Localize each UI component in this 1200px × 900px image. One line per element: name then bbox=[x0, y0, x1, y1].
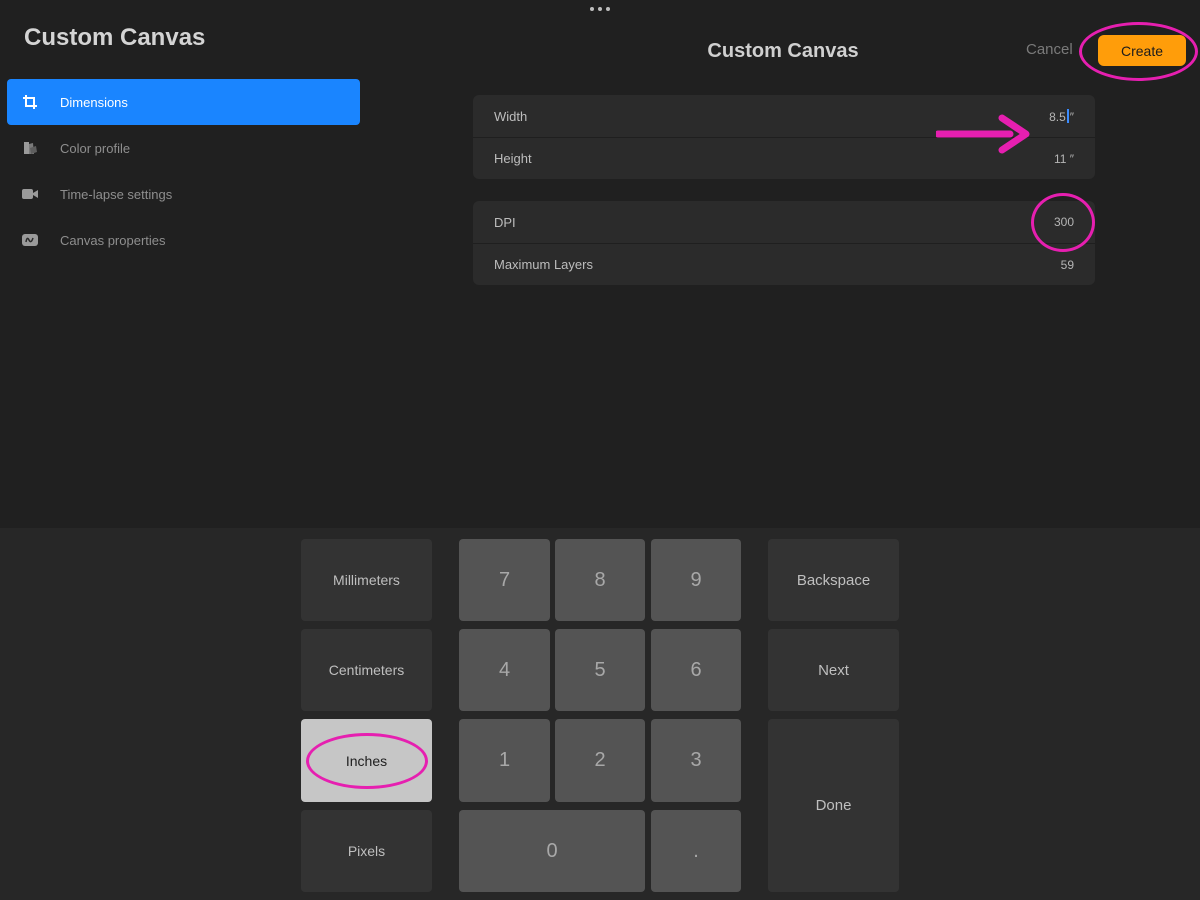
dpi-row[interactable]: DPI 300 bbox=[473, 201, 1095, 243]
unit-pixels-button[interactable]: Pixels bbox=[301, 810, 432, 892]
sidebar-item-label: Dimensions bbox=[60, 94, 128, 110]
dpi-input[interactable]: 300 bbox=[1054, 215, 1074, 229]
max-layers-label: Maximum Layers bbox=[494, 257, 593, 272]
text-cursor bbox=[1066, 108, 1069, 123]
digit-6-key[interactable]: 6 bbox=[651, 629, 741, 711]
digit-3-key[interactable]: 3 bbox=[651, 719, 741, 802]
digit-8-key[interactable]: 8 bbox=[555, 539, 645, 621]
dpi-label: DPI bbox=[494, 214, 516, 230]
cancel-button[interactable]: Cancel bbox=[1026, 41, 1073, 58]
width-arrow-icon bbox=[936, 114, 1030, 154]
more-options-icon[interactable] bbox=[590, 6, 610, 12]
decimal-point-key[interactable]: . bbox=[651, 810, 741, 892]
backspace-button[interactable]: Backspace bbox=[768, 539, 899, 621]
max-layers-value: 59 bbox=[1060, 257, 1074, 272]
sidebar-item-label: Time-lapse settings bbox=[60, 186, 173, 202]
digit-1-key[interactable]: 1 bbox=[459, 719, 550, 802]
sidebar-item-color-profile[interactable]: Color profile bbox=[7, 125, 360, 171]
page-title: Custom Canvas bbox=[707, 40, 859, 62]
sidebar-item-time-lapse[interactable]: Time-lapse settings bbox=[7, 171, 360, 217]
width-label: Width bbox=[494, 108, 528, 124]
digit-4-key[interactable]: 4 bbox=[459, 629, 550, 711]
unit-millimeters-button[interactable]: Millimeters bbox=[301, 539, 432, 621]
width-input[interactable]: 8.5 ″ bbox=[1049, 108, 1074, 124]
digit-7-key[interactable]: 7 bbox=[459, 539, 550, 621]
done-button[interactable]: Done bbox=[768, 719, 899, 892]
digit-0-key[interactable]: 0 bbox=[459, 810, 645, 892]
settings-panel: DPI 300 Maximum Layers 59 bbox=[473, 201, 1095, 285]
next-button[interactable]: Next bbox=[768, 629, 899, 711]
video-camera-icon bbox=[20, 186, 40, 202]
numeric-keypad: Millimeters Centimeters Inches Pixels 7 … bbox=[0, 528, 1200, 900]
digit-2-key[interactable]: 2 bbox=[555, 719, 645, 802]
sidebar-item-label: Canvas properties bbox=[60, 232, 166, 248]
sidebar-item-label: Color profile bbox=[60, 140, 131, 156]
sidebar: Custom Canvas Dimensions Color profile T… bbox=[0, 0, 368, 528]
create-button[interactable]: Create bbox=[1098, 35, 1186, 66]
height-label: Height bbox=[494, 151, 532, 166]
canvas-properties-icon bbox=[20, 232, 40, 248]
unit-centimeters-button[interactable]: Centimeters bbox=[301, 629, 432, 711]
crop-icon bbox=[20, 94, 40, 110]
digit-5-key[interactable]: 5 bbox=[555, 629, 645, 711]
sidebar-item-dimensions[interactable]: Dimensions bbox=[7, 79, 360, 125]
digit-9-key[interactable]: 9 bbox=[651, 539, 741, 621]
sidebar-item-canvas-properties[interactable]: Canvas properties bbox=[7, 217, 360, 263]
sidebar-title: Custom Canvas bbox=[24, 24, 206, 51]
unit-inches-button[interactable]: Inches bbox=[301, 719, 432, 802]
max-layers-row: Maximum Layers 59 bbox=[473, 243, 1095, 285]
color-swatch-icon bbox=[20, 140, 40, 156]
height-input[interactable]: 11 ″ bbox=[1054, 152, 1074, 166]
